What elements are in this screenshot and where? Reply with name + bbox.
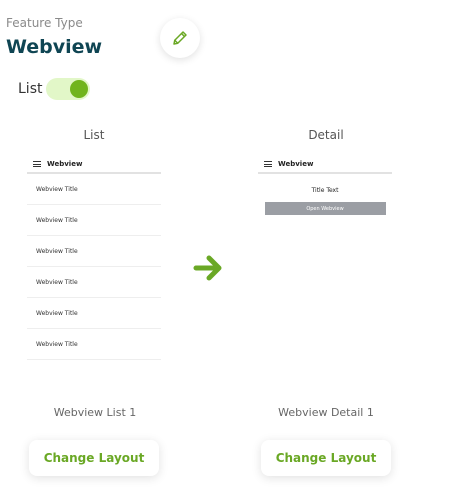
feature-type-title: Webview <box>6 36 103 58</box>
list-preview: Webview Webview Title Webview Title Webv… <box>27 156 161 360</box>
detail-layout-caption: Webview Detail 1 <box>278 406 374 419</box>
detail-preview-body: Title Text Open Webview <box>258 187 392 215</box>
edit-button[interactable] <box>160 18 200 58</box>
list-toggle-row: List <box>18 78 91 100</box>
list-item: Webview Title <box>27 174 161 205</box>
list-column-title: List <box>83 128 105 142</box>
detail-preview: Webview Title Text Open Webview <box>258 156 392 215</box>
list-toggle[interactable] <box>46 78 91 100</box>
list-item: Webview Title <box>27 236 161 267</box>
change-detail-layout-button[interactable]: Change Layout <box>261 440 391 476</box>
list-item: Webview Title <box>27 298 161 329</box>
menu-icon <box>264 161 272 167</box>
list-toggle-label: List <box>18 81 43 97</box>
detail-preview-title: Title Text <box>311 187 339 194</box>
list-item: Webview Title <box>27 205 161 236</box>
list-layout-caption: Webview List 1 <box>53 406 137 419</box>
menu-icon <box>33 161 41 167</box>
arrow-right-icon <box>193 255 222 281</box>
detail-preview-header-title: Webview <box>278 160 314 168</box>
open-webview-button: Open Webview <box>264 202 386 215</box>
detail-column-title: Detail <box>308 128 344 142</box>
detail-preview-header: Webview <box>258 156 392 174</box>
change-list-layout-button[interactable]: Change Layout <box>29 440 159 476</box>
pencil-icon <box>173 31 187 45</box>
list-item: Webview Title <box>27 329 161 360</box>
list-preview-header: Webview <box>27 156 161 174</box>
feature-type-label: Feature Type <box>6 16 83 30</box>
list-preview-header-title: Webview <box>47 160 83 168</box>
list-item: Webview Title <box>27 267 161 298</box>
toggle-knob <box>70 80 89 98</box>
